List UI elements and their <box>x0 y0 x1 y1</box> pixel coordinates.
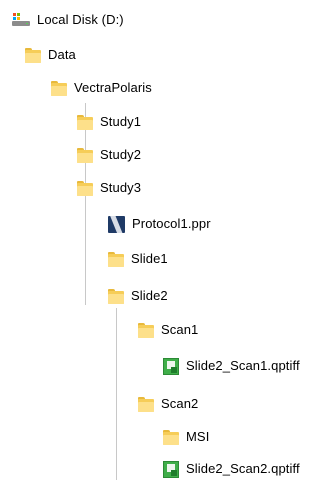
tree-item-label: Data <box>48 47 76 62</box>
tree-item-scan1[interactable]: Scan1 <box>138 318 198 342</box>
qptiff-file-icon <box>163 357 179 375</box>
tree-item-label: Protocol1.ppr <box>132 216 211 231</box>
tree-item-slide1[interactable]: Slide1 <box>108 247 168 271</box>
folder-icon <box>25 47 41 63</box>
tree-item-label: Slide2_Scan2.qptiff <box>186 461 300 476</box>
tree-item-protocol1[interactable]: Protocol1.ppr <box>108 212 211 236</box>
tree-item-label: Study1 <box>100 114 142 129</box>
folder-icon <box>77 180 93 196</box>
tree-item-study1[interactable]: Study1 <box>77 110 141 134</box>
folder-icon <box>77 147 93 163</box>
tree-item-data[interactable]: Data <box>25 43 76 67</box>
qptiff-file-icon <box>163 460 179 478</box>
folder-icon <box>108 251 124 267</box>
protocol-file-icon <box>108 215 125 233</box>
tree-item-label: MSI <box>186 429 210 444</box>
tree-item-local-disk[interactable]: Local Disk (D:) <box>12 8 124 32</box>
tree-item-scan2[interactable]: Scan2 <box>138 392 198 416</box>
folder-icon <box>51 80 67 96</box>
tree-item-label: Slide1 <box>131 251 168 266</box>
folder-tree: Local Disk (D:) Data VectraPolaris Study… <box>0 0 327 481</box>
tree-item-msi[interactable]: MSI <box>163 425 209 449</box>
tree-item-label: Scan2 <box>161 396 199 411</box>
folder-icon <box>138 322 154 338</box>
tree-item-label: VectraPolaris <box>74 80 152 95</box>
tree-item-label: Scan1 <box>161 322 199 337</box>
tree-item-slide2-scan2-qptiff[interactable]: Slide2_Scan2.qptiff <box>163 457 300 481</box>
drive-icon <box>12 13 30 27</box>
tree-item-slide2[interactable]: Slide2 <box>108 284 168 308</box>
tree-item-study3[interactable]: Study3 <box>77 176 141 200</box>
tree-item-label: Slide2 <box>131 288 168 303</box>
tree-item-label: Local Disk (D:) <box>37 12 124 27</box>
folder-icon <box>108 288 124 304</box>
tree-item-vectrapolaris[interactable]: VectraPolaris <box>51 76 152 100</box>
tree-guide-line <box>85 205 86 305</box>
folder-icon <box>163 429 179 445</box>
tree-guide-line <box>116 308 117 480</box>
folder-icon <box>138 396 154 412</box>
tree-item-label: Study2 <box>100 147 142 162</box>
tree-item-label: Slide2_Scan1.qptiff <box>186 358 300 373</box>
tree-item-slide2-scan1-qptiff[interactable]: Slide2_Scan1.qptiff <box>163 354 300 378</box>
folder-icon <box>77 114 93 130</box>
tree-item-study2[interactable]: Study2 <box>77 143 141 167</box>
tree-item-label: Study3 <box>100 180 142 195</box>
